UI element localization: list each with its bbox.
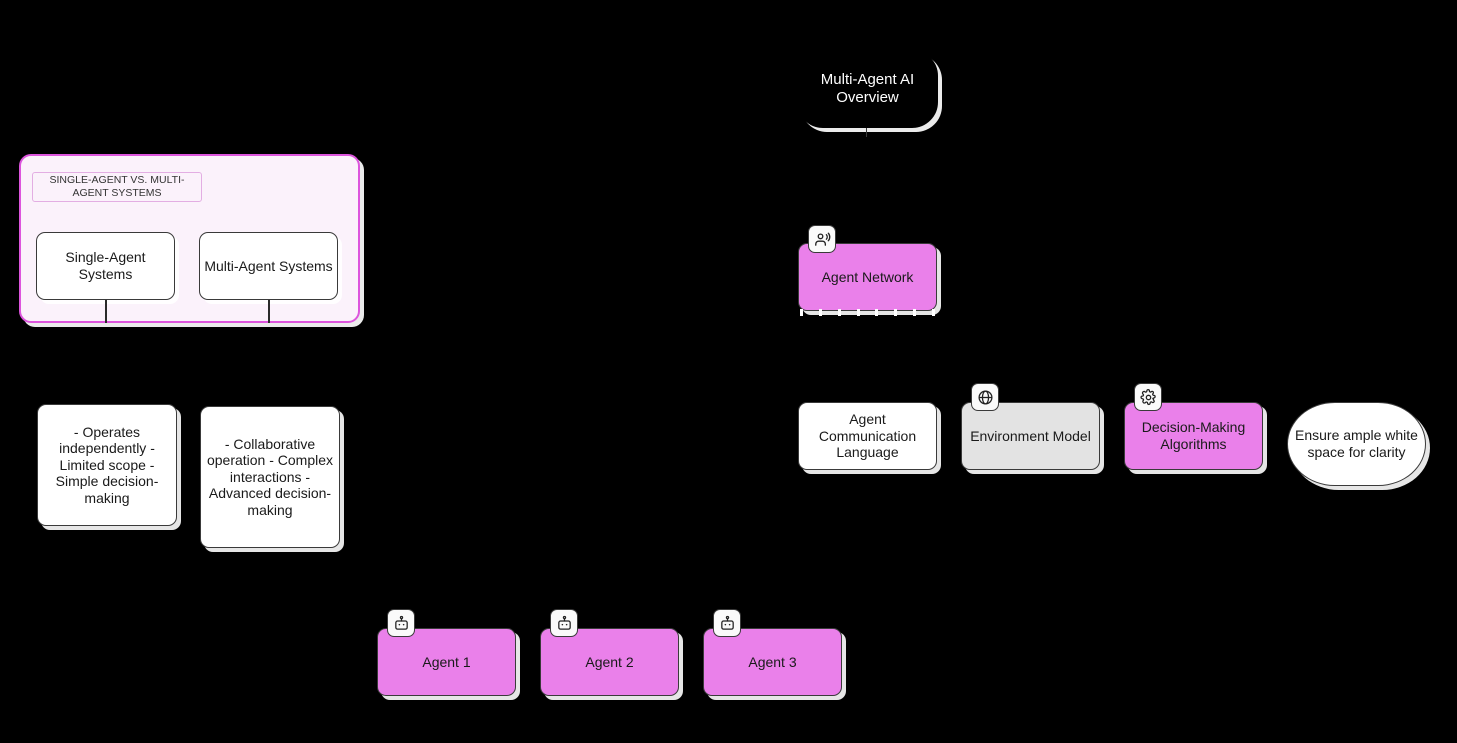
diagram-canvas: Multi-Agent AI Overview SINGLE-AGENT VS.… <box>0 0 1457 743</box>
node-agent-communication-language[interactable]: Agent Communication Language <box>798 402 937 470</box>
robot-icon <box>713 609 741 637</box>
globe-icon <box>971 383 999 411</box>
detail-box-single-agent-label: - Operates independently - Limited scope… <box>55 423 159 506</box>
note-white-space[interactable]: Ensure ample white space for clarity <box>1287 402 1426 486</box>
node-agent-network[interactable]: Agent Network <box>798 243 937 311</box>
title-node-connector <box>866 128 867 137</box>
node-agent-3-label: Agent 3 <box>748 653 797 670</box>
node-environment-model-label: Environment Model <box>970 427 1091 444</box>
connector-multi-agent <box>268 300 270 323</box>
node-agent-communication-language-label: Agent Communication Language <box>818 411 917 461</box>
agent-network-dashed-edge <box>800 309 935 316</box>
robot-icon <box>550 609 578 637</box>
detail-box-multi-agent-label: - Collaborative operation - Complex inte… <box>206 435 334 518</box>
robot-icon <box>387 609 415 637</box>
node-agent-2-label: Agent 2 <box>585 653 634 670</box>
node-single-agent-systems-label: Single-Agent Systems <box>65 249 146 282</box>
node-agent-2[interactable]: Agent 2 <box>540 628 679 696</box>
node-multi-agent-systems-label: Multi-Agent Systems <box>204 257 333 274</box>
detail-box-multi-agent[interactable]: - Collaborative operation - Complex inte… <box>200 406 340 548</box>
detail-box-single-agent[interactable]: - Operates independently - Limited scope… <box>37 404 177 526</box>
gear-icon <box>1134 383 1162 411</box>
node-single-agent-systems[interactable]: Single-Agent Systems <box>36 232 175 300</box>
connector-single-agent <box>105 300 107 323</box>
node-decision-making-algorithms-label: Decision-Making Algorithms <box>1141 419 1246 452</box>
node-multi-agent-systems[interactable]: Multi-Agent Systems <box>199 232 338 300</box>
title-node-label: Multi-Agent AI Overview <box>820 71 915 106</box>
node-agent-1[interactable]: Agent 1 <box>377 628 516 696</box>
group-label-text: SINGLE-AGENT VS. MULTI-AGENT SYSTEMS <box>49 174 185 199</box>
users-icon <box>808 225 836 253</box>
node-agent-1-label: Agent 1 <box>422 653 471 670</box>
note-white-space-label: Ensure ample white space for clarity <box>1295 427 1418 460</box>
node-decision-making-algorithms[interactable]: Decision-Making Algorithms <box>1124 402 1263 470</box>
node-agent-3[interactable]: Agent 3 <box>703 628 842 696</box>
node-agent-network-label: Agent Network <box>821 268 914 285</box>
group-label: SINGLE-AGENT VS. MULTI-AGENT SYSTEMS <box>32 172 202 202</box>
node-environment-model[interactable]: Environment Model <box>961 402 1100 470</box>
title-node[interactable]: Multi-Agent AI Overview <box>797 50 938 128</box>
